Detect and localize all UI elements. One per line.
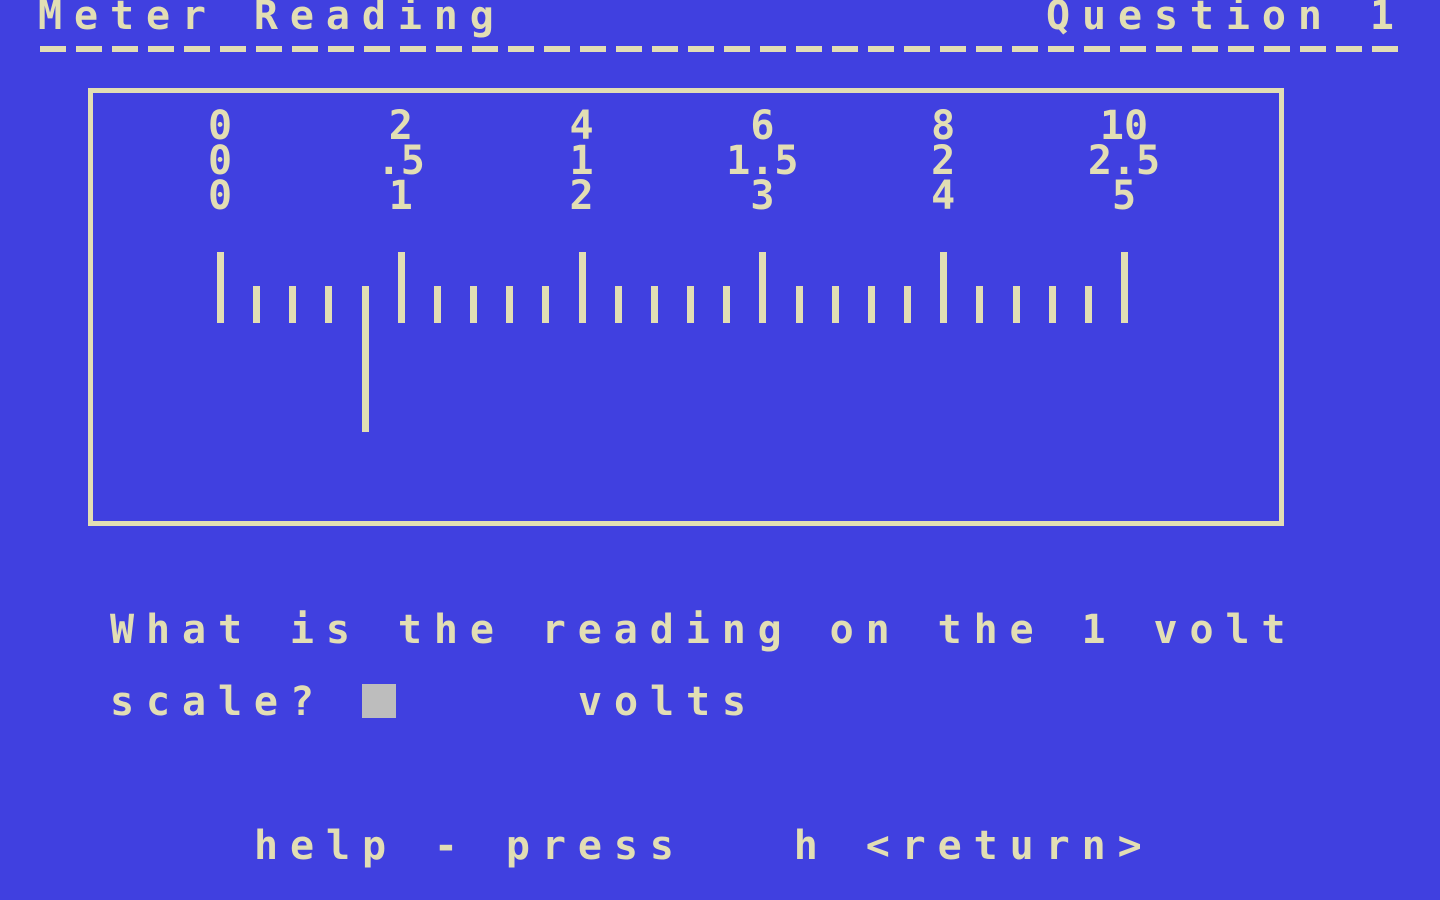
question-number: Question 1 (1046, 0, 1406, 39)
scale-label: 4 (931, 173, 956, 219)
question-prompt-line2: scale? (110, 679, 326, 725)
scale-label: 3 (750, 173, 775, 219)
answer-input-cursor[interactable] (362, 684, 396, 718)
unit-label: volts (578, 679, 758, 725)
scale-label: 2 (569, 173, 594, 219)
scale-label: 5 (1111, 173, 1137, 219)
scale-row-5v: 0 1 2 3 4 5 (0, 173, 1440, 219)
scale-label: 1 (388, 173, 413, 219)
help-hint: help - press h <return> (254, 823, 1154, 869)
header-divider (40, 46, 1400, 52)
screen-title: Meter Reading (38, 0, 506, 39)
question-prompt-line1: What is the reading on the 1 volt (110, 607, 1298, 653)
scale-label: 0 (207, 173, 233, 219)
